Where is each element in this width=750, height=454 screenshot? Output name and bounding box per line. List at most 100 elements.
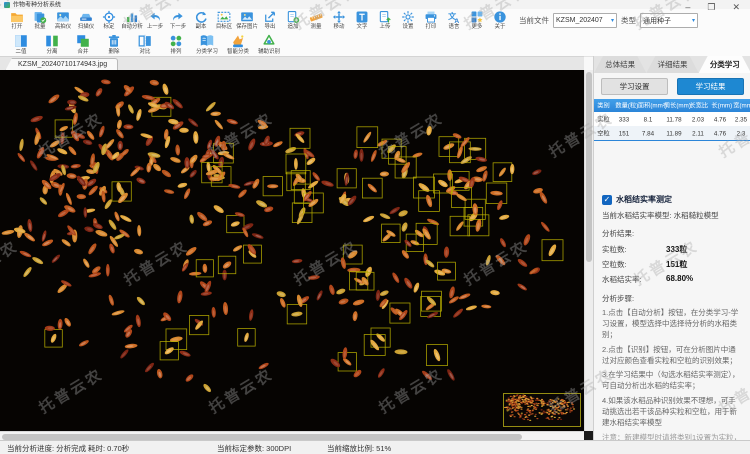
rice-rate-checkbox[interactable]: ✓ xyxy=(602,194,612,205)
toolbar-button-label: 目标区 xyxy=(215,23,232,30)
table-cell: 2.3 xyxy=(736,129,746,137)
status-zoom: 当前缩放比例: 51% xyxy=(327,444,392,453)
toolbar-button-measure[interactable]: 测量 xyxy=(304,10,327,31)
table-cell: 实粒 xyxy=(597,115,610,123)
analysis-step: 1.点击【自动分析】按钮，在分类学习-学习设置，模型选择中选择待分析的水稻类别； xyxy=(602,308,739,339)
toolbar-button-label: 批量 xyxy=(34,23,45,30)
delete-icon xyxy=(106,33,122,49)
image-viewport[interactable] xyxy=(0,70,584,431)
toolbar-button-delete[interactable]: 删除 xyxy=(98,33,129,56)
toolbar-button-auto-analyze[interactable]: 自动分析 xyxy=(120,10,143,31)
maximize-button[interactable]: ❐ xyxy=(707,2,715,12)
table-header-cell: 长(mm) xyxy=(711,101,733,110)
toolbar-button-compare[interactable]: 对比 xyxy=(129,33,160,56)
toolbar-button-upload[interactable]: 上传 xyxy=(373,10,396,31)
toolbar-button-copy[interactable]: 副本 xyxy=(189,10,212,31)
result-label: 实粒数: xyxy=(602,245,627,254)
secondary-toolbar: 二值 分离 合并 删除 对比 排列 分类学习 智能分类 辅助识别 xyxy=(0,32,750,57)
table-header-row: 类别数量(粒)面积(mm²)周长(mm)长宽比长(mm)宽(mm) xyxy=(594,99,750,112)
document-tab-bar: KZSM_20240710174943.jpg xyxy=(0,56,584,71)
toolbar-button-text[interactable]: 文字 xyxy=(350,10,373,31)
table-cell: 4.76 xyxy=(713,115,727,123)
learning-results-button[interactable]: 学习结果 xyxy=(677,78,744,95)
toolbar-button-camera[interactable]: 高拍仪 xyxy=(51,10,74,31)
settings-icon xyxy=(401,10,415,24)
current-file-select[interactable]: KZSM_202407 ▾ xyxy=(553,13,617,28)
print-icon xyxy=(424,10,438,24)
toolbar-button-open-folder[interactable]: 打开 xyxy=(5,10,28,31)
file-type-group: 当前文件 KZSM_202407 ▾ 类型 通用种子 ▾ xyxy=(519,13,698,28)
toolbar-button-move[interactable]: 移动 xyxy=(327,10,350,31)
type-select[interactable]: 通用种子 ▾ xyxy=(640,13,698,28)
panel-tab-1[interactable]: 详细结果 xyxy=(646,56,698,73)
main-toolbar-items: 打开 批量 高拍仪 扫描仪 标定 自动分析 上一步 下一步 副本 目标区 保存图片 导出 追加 测量 移动 文… xyxy=(0,10,511,31)
toolbar-button-save-image[interactable]: 保存图片 xyxy=(235,10,258,31)
toolbar-button-label: 对比 xyxy=(139,47,150,54)
toolbar-button-label: 打印 xyxy=(425,23,436,30)
toolbar-button-classify-learn[interactable]: 分类学习 xyxy=(191,33,222,56)
toolbar-button-label: 辅助识别 xyxy=(257,47,280,54)
save-image-icon xyxy=(240,10,254,24)
toolbar-button-language[interactable]: 文 A 语言 xyxy=(442,10,465,31)
toolbar-button-append[interactable]: 追加 xyxy=(281,10,304,31)
table-cell: 空粒 xyxy=(597,129,610,137)
toolbar-button-merge[interactable]: 合并 xyxy=(67,33,98,56)
current-model-label: 当前水稻结实率模型: 水稻糙粒模型 xyxy=(602,211,719,220)
table-header-cell: 宽(mm) xyxy=(733,101,750,110)
camera-icon xyxy=(56,10,70,24)
toolbar-button-scanner[interactable]: 扫描仪 xyxy=(74,10,97,31)
upload-icon xyxy=(378,10,392,24)
text-icon xyxy=(355,10,369,24)
vertical-scrollbar-thumb[interactable] xyxy=(586,72,592,262)
close-button[interactable]: ✕ xyxy=(732,2,740,12)
result-label: 水稻结实率: xyxy=(602,275,642,284)
toolbar-button-smart-classify[interactable]: 智能分类 xyxy=(222,33,253,56)
panel-tab-2[interactable]: 分类学习 xyxy=(699,56,750,73)
toolbar-button-arrange[interactable]: 排列 xyxy=(160,33,191,56)
toolbar-button-label: 分离 xyxy=(46,47,57,54)
table-cell: 11.89 xyxy=(666,129,682,137)
table-header-cell: 类别 xyxy=(597,101,610,110)
more-icon xyxy=(470,10,484,24)
toolbar-button-label: 上传 xyxy=(379,23,390,30)
title-bar: 作物考种分析系统 xyxy=(0,0,750,9)
toolbar-button-calibrate[interactable]: 标定 xyxy=(97,10,120,31)
minimize-button[interactable]: – xyxy=(685,2,690,12)
toolbar-button-print[interactable]: 打印 xyxy=(419,10,442,31)
toolbar-button-label: 追加 xyxy=(287,23,298,30)
split-icon xyxy=(44,33,60,49)
toolbar-button-target-area[interactable]: 目标区 xyxy=(212,10,235,31)
toolbar-button-more[interactable]: 更多 xyxy=(465,10,488,31)
toolbar-button-label: 排列 xyxy=(170,47,181,54)
toolbar-button-redo[interactable]: 下一步 xyxy=(166,10,189,31)
toolbar-button-binary[interactable]: 二值 xyxy=(5,33,36,56)
toolbar-button-label: 语言 xyxy=(448,23,459,30)
toolbar-button-undo[interactable]: 上一步 xyxy=(143,10,166,31)
panel-tab-0[interactable]: 总体结果 xyxy=(594,56,646,73)
target-area-icon xyxy=(217,10,231,24)
binary-icon xyxy=(13,33,29,49)
type-label: 类型 xyxy=(621,16,636,25)
toolbar-button-about[interactable]: 关于 xyxy=(488,10,511,31)
toolbar-button-settings[interactable]: 设置 xyxy=(396,10,419,31)
copy-icon xyxy=(194,10,208,24)
toolbar-button-label: 移动 xyxy=(333,23,344,30)
toolbar-button-split[interactable]: 分离 xyxy=(36,33,67,56)
assist-recognize-icon xyxy=(261,33,277,49)
toolbar-button-batch[interactable]: 批量 xyxy=(28,10,51,31)
toolbar-button-label: 智能分类 xyxy=(226,47,249,54)
toolbar-button-label: 更多 xyxy=(471,23,482,30)
calibrate-icon xyxy=(102,10,116,24)
learning-settings-button[interactable]: 学习设置 xyxy=(601,78,668,95)
result-value: 151粒 xyxy=(666,260,688,269)
toolbar-button-export[interactable]: 导出 xyxy=(258,10,281,31)
vertical-scrollbar[interactable] xyxy=(584,70,593,431)
minimap[interactable] xyxy=(503,393,581,427)
status-bar: 当前分析进度: 分析完成 耗时: 0.70秒 当前标定参数: 300DPI 当前… xyxy=(0,440,750,454)
toolbar-button-label: 删除 xyxy=(108,47,119,54)
toolbar-button-assist-recognize[interactable]: 辅助识别 xyxy=(253,33,284,56)
append-icon xyxy=(286,10,300,24)
table-cell: 333 xyxy=(618,115,630,123)
table-header-cell: 长宽比 xyxy=(689,101,709,110)
table-cell: 11.78 xyxy=(666,115,682,123)
